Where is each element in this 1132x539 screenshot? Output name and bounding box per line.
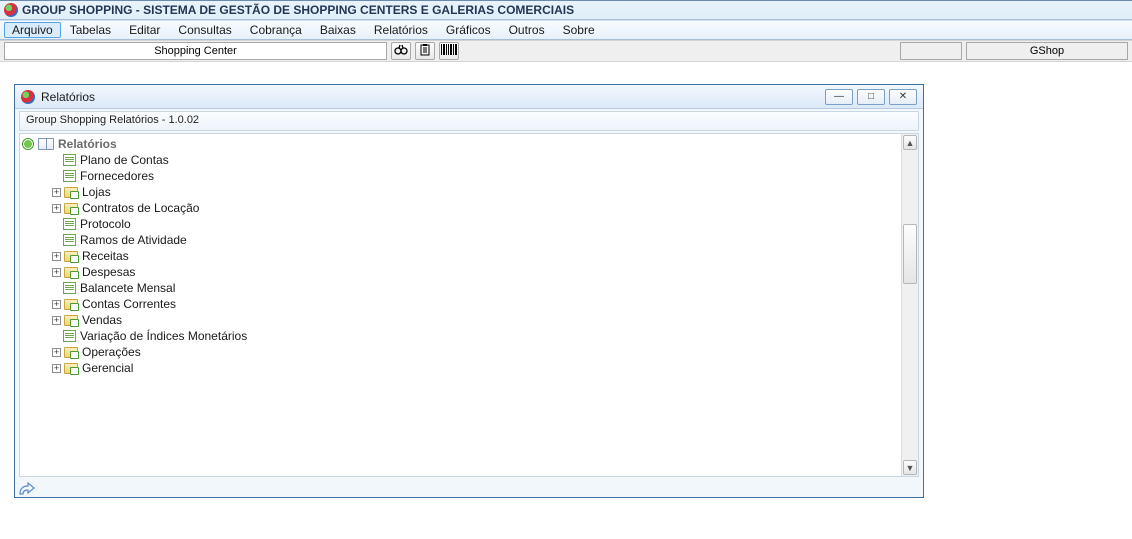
folder-report-icon xyxy=(64,315,78,326)
tree-expander[interactable]: + xyxy=(52,364,61,373)
child-window-relatorios: Relatórios — □ ✕ Group Shopping Relatóri… xyxy=(14,84,924,498)
scrollbar-down-button[interactable]: ▼ xyxy=(903,460,917,475)
app-title-text: GROUP SHOPPING - SISTEMA DE GESTÃO DE SH… xyxy=(22,3,574,17)
menu-item-gráficos[interactable]: Gráficos xyxy=(437,22,500,38)
folder-report-icon xyxy=(64,299,78,310)
app-titlebar: GROUP SHOPPING - SISTEMA DE GESTÃO DE SH… xyxy=(0,0,1132,20)
tree-root-row[interactable]: Relatórios xyxy=(22,136,918,152)
toolbar-right-field-2[interactable]: GShop xyxy=(966,42,1128,60)
tree-expander[interactable]: + xyxy=(52,188,61,197)
menu-item-tabelas[interactable]: Tabelas xyxy=(61,22,120,38)
report-icon xyxy=(63,234,76,246)
tree-item-label: Protocolo xyxy=(80,216,131,232)
toolbar-barcode-button[interactable] xyxy=(439,42,459,60)
tree-row[interactable]: Protocolo xyxy=(22,216,918,232)
tree-row[interactable]: + Gerencial xyxy=(22,360,918,376)
tree-item-label: Vendas xyxy=(82,312,122,328)
tree-row[interactable]: + Contratos de Locação xyxy=(22,200,918,216)
report-icon xyxy=(63,218,76,230)
report-icon xyxy=(63,154,76,166)
scrollbar-thumb[interactable] xyxy=(903,224,917,284)
tree-row[interactable]: Ramos de Atividade xyxy=(22,232,918,248)
menu-item-cobrança[interactable]: Cobrança xyxy=(241,22,311,38)
scrollbar-up-button[interactable]: ▲ xyxy=(903,135,917,150)
child-window-title-text: Relatórios xyxy=(41,90,95,104)
menu-item-arquivo[interactable]: Arquivo xyxy=(4,22,61,38)
vertical-scrollbar[interactable]: ▲ ▼ xyxy=(901,134,918,476)
menu-item-outros[interactable]: Outros xyxy=(500,22,554,38)
child-window-maximize-button[interactable]: □ xyxy=(857,89,885,105)
tree-row[interactable]: + Receitas xyxy=(22,248,918,264)
close-icon: ✕ xyxy=(899,91,907,102)
refresh-icon[interactable] xyxy=(22,138,34,150)
tree-panel: RelatóriosPlano de ContasFornecedores + Lo… xyxy=(19,133,919,477)
tree-row[interactable]: + Despesas xyxy=(22,264,918,280)
tree-row[interactable]: + Operações xyxy=(22,344,918,360)
tree-item-label: Balancete Mensal xyxy=(80,280,175,296)
tree-item-label: Ramos de Atividade xyxy=(80,232,187,248)
tree-expander[interactable]: + xyxy=(52,300,61,309)
tree-row[interactable]: + Contas Correntes xyxy=(22,296,918,312)
tree-row[interactable]: Plano de Contas xyxy=(22,152,918,168)
toolbar-right-field-1[interactable] xyxy=(900,42,962,60)
child-window-icon xyxy=(21,90,35,104)
shopping-center-field[interactable]: Shopping Center xyxy=(4,42,387,60)
tree-item-label: Contratos de Locação xyxy=(82,200,199,216)
tree-row[interactable]: + Vendas xyxy=(22,312,918,328)
menu-item-baixas[interactable]: Baixas xyxy=(311,22,365,38)
clipboard-icon xyxy=(419,44,431,59)
child-window-titlebar[interactable]: Relatórios — □ ✕ xyxy=(15,85,923,109)
report-icon xyxy=(63,282,76,294)
menu-item-editar[interactable]: Editar xyxy=(120,22,169,38)
menu-item-sobre[interactable]: Sobre xyxy=(554,22,604,38)
tree-item-label: Lojas xyxy=(82,184,111,200)
report-icon xyxy=(63,170,76,182)
tree-item-label: Despesas xyxy=(82,264,135,280)
tree-row[interactable]: Variação de Índices Monetários xyxy=(22,328,918,344)
tree-item-label: Variação de Índices Monetários xyxy=(80,328,247,344)
maximize-icon: □ xyxy=(868,91,874,102)
reports-tree[interactable]: RelatóriosPlano de ContasFornecedores + Lo… xyxy=(20,134,918,378)
tree-expander[interactable]: + xyxy=(52,252,61,261)
folder-report-icon xyxy=(64,363,78,374)
toolbar: Shopping Center GShop xyxy=(0,40,1132,62)
folder-report-icon xyxy=(64,203,78,214)
folder-report-icon xyxy=(64,347,78,358)
tree-root-label: Relatórios xyxy=(58,136,117,152)
barcode-icon xyxy=(441,44,458,58)
tree-item-label: Fornecedores xyxy=(80,168,154,184)
tree-item-label: Operações xyxy=(82,344,141,360)
menubar: ArquivoTabelasEditarConsultasCobrançaBai… xyxy=(0,20,1132,40)
tree-row[interactable]: Balancete Mensal xyxy=(22,280,918,296)
toolbar-clipboard-button[interactable] xyxy=(415,42,435,60)
report-icon xyxy=(63,330,76,342)
child-window-subtitle: Group Shopping Relatórios - 1.0.02 xyxy=(19,111,919,131)
tree-expander[interactable]: + xyxy=(52,316,61,325)
folder-report-icon xyxy=(64,187,78,198)
menu-item-consultas[interactable]: Consultas xyxy=(169,22,240,38)
menu-item-relatórios[interactable]: Relatórios xyxy=(365,22,437,38)
tree-row[interactable]: + Lojas xyxy=(22,184,918,200)
app-icon xyxy=(4,3,18,17)
tree-expander[interactable]: + xyxy=(52,348,61,357)
minimize-icon: — xyxy=(834,91,844,102)
tree-item-label: Receitas xyxy=(82,248,129,264)
tree-expander[interactable]: + xyxy=(52,268,61,277)
child-window-minimize-button[interactable]: — xyxy=(825,89,853,105)
binoculars-icon xyxy=(394,44,408,59)
tree-item-label: Plano de Contas xyxy=(80,152,169,168)
folder-report-icon xyxy=(64,251,78,262)
tree-item-label: Contas Correntes xyxy=(82,296,176,312)
folder-report-icon xyxy=(64,267,78,278)
toolbar-binoculars-button[interactable] xyxy=(391,42,411,60)
mdi-client: Relatórios — □ ✕ Group Shopping Relatóri… xyxy=(0,62,1132,539)
tree-expander[interactable]: + xyxy=(52,204,61,213)
child-window-close-button[interactable]: ✕ xyxy=(889,89,917,105)
tree-row[interactable]: Fornecedores xyxy=(22,168,918,184)
tree-item-label: Gerencial xyxy=(82,360,133,376)
book-icon xyxy=(38,138,54,150)
resize-grip[interactable] xyxy=(19,481,35,495)
